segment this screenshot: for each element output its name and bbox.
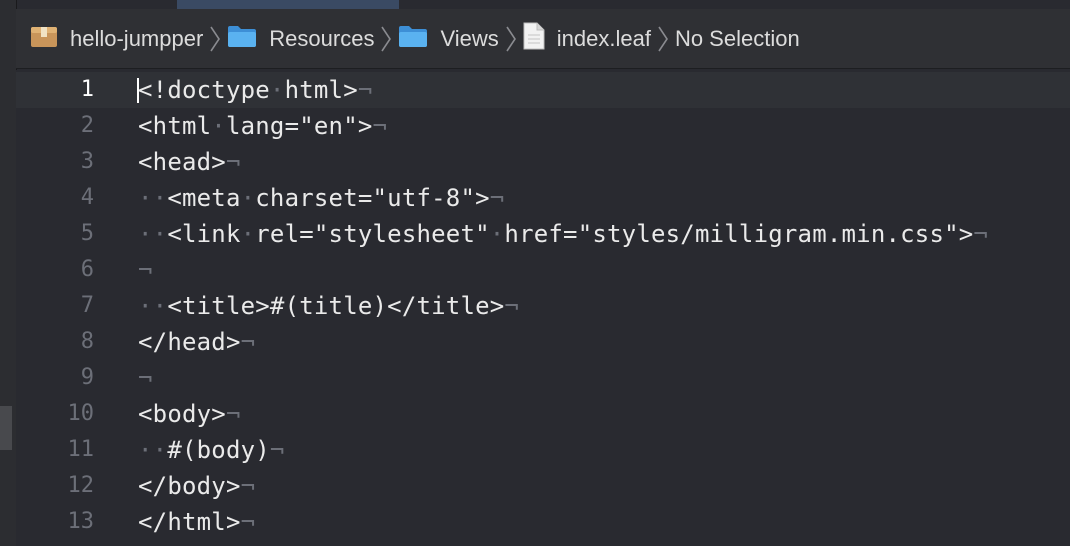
breadcrumb-item-resources[interactable]: Resources [227, 19, 374, 59]
package-icon [30, 24, 58, 54]
line-number: 9 [80, 365, 94, 390]
breadcrumb-item-views[interactable]: Views [398, 19, 499, 59]
line-number: 1 [80, 77, 94, 102]
line-number: 2 [80, 113, 94, 138]
line-text: ··#(body)¬ [138, 436, 285, 464]
chevron-right-icon [657, 25, 669, 53]
code-line[interactable]: 12 </body>¬ [16, 468, 1070, 504]
code-line[interactable]: 5 ··<link·rel="stylesheet"·href="styles/… [16, 216, 1070, 252]
breadcrumb-label: index.leaf [556, 25, 651, 51]
breadcrumb-label: Resources [269, 25, 375, 51]
breadcrumb-item-project[interactable]: hello-jumpper [30, 19, 203, 59]
line-text: </html>¬ [138, 508, 256, 536]
line-text: <html·lang="en">¬ [138, 112, 388, 140]
line-number: 8 [80, 329, 94, 354]
chevron-right-icon [209, 25, 221, 53]
line-number: 12 [67, 473, 95, 498]
breadcrumb-label: No Selection [674, 25, 800, 51]
code-line[interactable]: 2 <html·lang="en">¬ [16, 108, 1070, 144]
breadcrumb-label: hello-jumpper [70, 25, 204, 51]
line-text: <!doctype·html>¬ [138, 76, 373, 104]
code-line[interactable]: 3 <head>¬ [16, 144, 1070, 180]
line-text: ··<meta·charset="utf-8">¬ [138, 184, 505, 212]
breadcrumb-item-file[interactable]: index.leaf [523, 19, 651, 59]
code-line[interactable]: 11 ··#(body)¬ [16, 432, 1070, 468]
left-panel-edge [0, 0, 17, 546]
code-line[interactable]: 6 ¬ [16, 252, 1070, 288]
breadcrumb-no-selection[interactable]: No Selection [675, 19, 800, 59]
code-line[interactable]: 8 </head>¬ [16, 324, 1070, 360]
document-icon [523, 22, 545, 56]
line-text: <head>¬ [138, 148, 241, 176]
code-line[interactable]: 13 </html>¬ [16, 504, 1070, 540]
line-number: 13 [67, 509, 95, 534]
code-line[interactable]: 9 ¬ [16, 360, 1070, 396]
line-text: </head>¬ [138, 328, 256, 356]
line-number: 11 [67, 437, 95, 462]
line-text: <body>¬ [138, 400, 241, 428]
active-tab-indicator[interactable] [177, 0, 399, 9]
line-number: 7 [80, 293, 94, 318]
line-number: 4 [80, 185, 94, 210]
left-scrollbar-thumb[interactable] [0, 406, 12, 450]
code-editor[interactable]: 1 <!doctype·html>¬ 2 <html·lang="en">¬ 3… [16, 70, 1070, 546]
folder-icon [398, 24, 428, 54]
code-line[interactable]: 1 <!doctype·html>¬ [16, 72, 1070, 108]
line-text: </body>¬ [138, 472, 256, 500]
code-line[interactable]: 10 <body>¬ [16, 396, 1070, 432]
code-line[interactable]: 7 ··<title>#(title)</title>¬ [16, 288, 1070, 324]
line-text: ¬ [138, 364, 153, 392]
line-number: 6 [80, 257, 94, 282]
line-number: 3 [80, 149, 94, 174]
line-text: ··<title>#(title)</title>¬ [138, 292, 520, 320]
chevron-right-icon [380, 25, 392, 53]
line-number: 10 [67, 401, 95, 426]
line-text: ¬ [138, 256, 153, 284]
chevron-right-icon [505, 25, 517, 53]
folder-icon [227, 24, 257, 54]
code-line[interactable]: 4 ··<meta·charset="utf-8">¬ [16, 180, 1070, 216]
breadcrumb-label: Views [440, 25, 499, 51]
line-text: ··<link·rel="stylesheet"·href="styles/mi… [138, 220, 989, 248]
line-number: 5 [80, 221, 94, 246]
breadcrumb: hello-jumpper Resources Views index.leaf… [16, 9, 1070, 69]
